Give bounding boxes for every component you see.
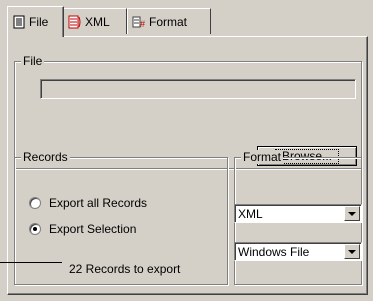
line-ending-select-dropdown-button[interactable] [344, 244, 360, 259]
radio-export-selection-circle[interactable] [29, 223, 41, 235]
radio-export-all[interactable]: Export all Records [29, 196, 147, 210]
records-group: Records Export all Records Export Select… [14, 150, 228, 285]
format-group-title: Format [241, 150, 284, 164]
format-select-value: XML [238, 207, 263, 221]
file-path-field[interactable] [40, 79, 356, 99]
line-ending-select[interactable]: Windows File [234, 242, 362, 261]
records-group-title: Records [21, 150, 70, 164]
file-group-title: File [21, 54, 45, 68]
radio-selected-dot [33, 227, 37, 231]
format-group: Format XML Windows File [234, 150, 362, 285]
line-ending-select-value: Windows File [238, 245, 310, 259]
radio-export-selection[interactable]: Export Selection [29, 222, 136, 236]
format-select-dropdown-button[interactable] [344, 206, 360, 221]
tab-xml-label: XML [85, 14, 110, 29]
tab-file[interactable]: File [7, 6, 64, 37]
xml-icon [68, 15, 81, 28]
tab-panel-file: File Browse... Records Export all Record… [7, 36, 368, 295]
chevron-down-icon [348, 249, 356, 254]
format-icon: # [132, 16, 145, 29]
radio-export-all-label: Export all Records [49, 196, 148, 210]
tab-file-label: File [29, 15, 49, 29]
svg-text:#: # [140, 19, 145, 29]
callout-leader-line [0, 262, 62, 263]
radio-export-selection-label: Export Selection [49, 222, 137, 236]
tab-format[interactable]: # Format [127, 8, 211, 34]
format-select[interactable]: XML [234, 204, 362, 223]
radio-export-all-circle[interactable] [29, 197, 41, 209]
document-icon [13, 15, 25, 29]
tab-xml[interactable]: XML [63, 8, 127, 34]
tab-format-label: Format [149, 14, 188, 29]
export-dialog: XML # Format File File Browse... Records… [0, 0, 373, 301]
chevron-down-icon [348, 211, 356, 216]
records-count-text: 22 Records to export [69, 262, 181, 276]
